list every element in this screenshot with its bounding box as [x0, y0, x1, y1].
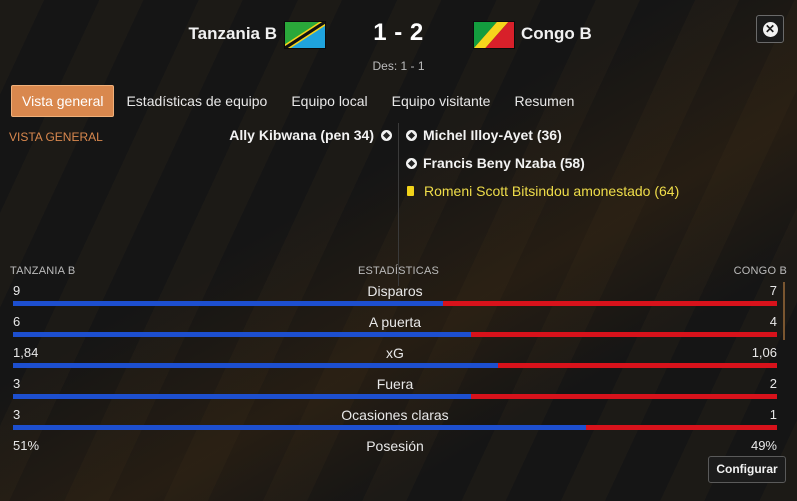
home-share-bar: [13, 363, 498, 368]
match-overview-panel: Tanzania B 1 - 2 Congo B Des: 1 - 1 ✕ Vi…: [0, 0, 797, 501]
away-share-bar: [471, 332, 777, 337]
away-team-name[interactable]: Congo B: [521, 24, 592, 44]
away-share-bar: [497, 363, 777, 368]
stat-away-value: 49%: [750, 438, 777, 453]
stat-bar: [13, 425, 777, 430]
event-text: Francis Beny Nzaba (58): [423, 155, 585, 171]
stats-title: ESTADÍSTICAS: [357, 265, 440, 277]
home-goal-event[interactable]: Ally Kibwana (pen 34): [229, 127, 392, 143]
event-text: Michel Illoy-Ayet (36): [423, 127, 562, 143]
away-goal-event[interactable]: Michel Illoy-Ayet (36): [406, 127, 562, 143]
stat-label: Posesión: [366, 438, 424, 454]
stat-row-a-puerta: 6 A puerta 4: [13, 314, 777, 342]
stat-label: Ocasiones claras: [341, 407, 449, 423]
stat-row-ocasiones-claras: 3 Ocasiones claras 1: [13, 407, 777, 435]
stat-bar: [13, 363, 777, 368]
stat-bar: [13, 301, 777, 306]
away-share-bar: [586, 425, 777, 430]
stat-label: xG: [386, 345, 404, 361]
football-icon: [406, 157, 417, 169]
home-share-bar: [13, 425, 586, 430]
home-share-bar: [13, 332, 472, 337]
football-icon: [381, 129, 392, 141]
tab-equipo-visitante[interactable]: Equipo visitante: [380, 85, 503, 117]
away-goal-event[interactable]: Francis Beny Nzaba (58): [406, 155, 585, 171]
tab-bar: Vista general Estadísticas de equipo Equ…: [11, 85, 586, 117]
stat-row-posesion: 51% Posesión 49%: [13, 438, 777, 466]
events-divider: [398, 123, 399, 286]
stat-label: A puerta: [368, 314, 422, 330]
away-share-bar: [471, 394, 777, 399]
stat-away-value: 2: [769, 376, 777, 391]
close-icon: ✕: [762, 21, 778, 37]
home-share-bar: [13, 394, 472, 399]
yellow-card-icon: [407, 186, 414, 196]
away-booking-event[interactable]: Romeni Scott Bitsindou amonestado (64): [406, 183, 679, 199]
football-icon: [406, 129, 417, 141]
stat-away-value: 1,06: [751, 345, 777, 360]
halftime-score: Des: 1 - 1: [372, 59, 425, 73]
event-text: Ally Kibwana (pen 34): [229, 127, 374, 143]
stat-away-value: 7: [769, 283, 777, 298]
away-share-bar: [442, 301, 777, 306]
stat-label: Disparos: [367, 283, 423, 299]
tab-vista-general[interactable]: Vista general: [11, 85, 115, 117]
stats-away-label: CONGO B: [733, 265, 787, 277]
stat-away-value: 1: [769, 407, 777, 422]
stat-row-disparos: 9 Disparos 7: [13, 283, 777, 311]
tab-estadisticas-de-equipo[interactable]: Estadísticas de equipo: [114, 85, 279, 117]
stat-bar: [13, 332, 777, 337]
stat-away-value: 4: [769, 314, 777, 329]
match-score: 1 - 2: [373, 19, 424, 46]
tab-equipo-local[interactable]: Equipo local: [279, 85, 379, 117]
congo-flag-icon: [473, 21, 515, 49]
event-text: Romeni Scott Bitsindou amonestado (64): [424, 183, 680, 199]
scrollbar-thumb[interactable]: [783, 282, 785, 340]
close-button[interactable]: ✕: [756, 15, 784, 43]
tab-resumen[interactable]: Resumen: [502, 85, 586, 117]
configure-button[interactable]: Configurar: [708, 456, 786, 483]
stat-bar: [13, 394, 777, 399]
stat-row-xg: 1,84 xG 1,06: [13, 345, 777, 373]
home-share-bar: [13, 301, 443, 306]
stat-row-fuera: 3 Fuera 2: [13, 376, 777, 404]
section-title: VISTA GENERAL: [9, 130, 103, 144]
stat-label: Fuera: [376, 376, 414, 392]
